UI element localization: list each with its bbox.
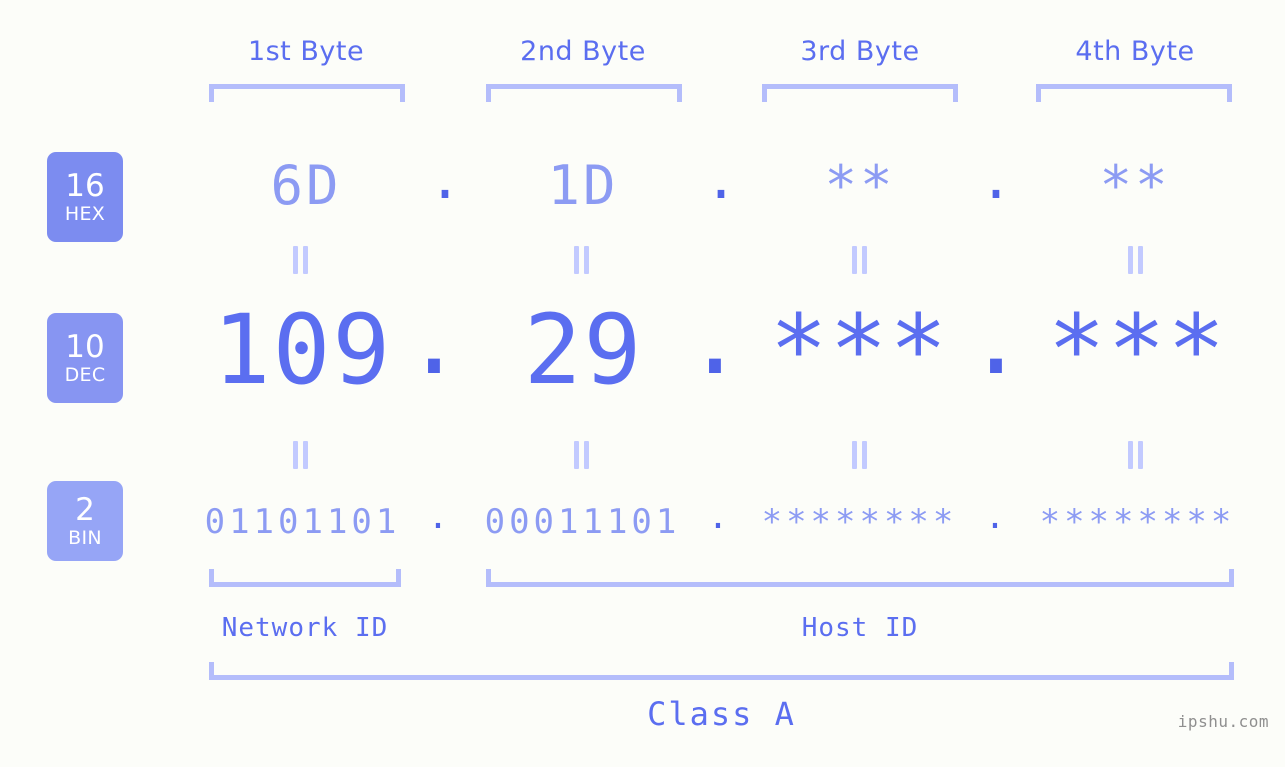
byte-header-2: 2nd Byte bbox=[520, 36, 646, 67]
byte-bracket-top-2 bbox=[486, 84, 682, 102]
byte-bracket-top-4 bbox=[1036, 84, 1232, 102]
dec-byte-1: 109 bbox=[212, 294, 393, 406]
network-id-label: Network ID bbox=[221, 613, 389, 643]
base-badge-dec-system: DEC bbox=[64, 363, 106, 386]
class-label: Class A bbox=[647, 695, 796, 733]
dec-separator-3: . bbox=[967, 284, 1027, 396]
equals-connector-dec-bin-1 bbox=[292, 441, 310, 469]
host-id-label: Host ID bbox=[801, 613, 919, 643]
base-badge-dec-number: 10 bbox=[65, 328, 105, 365]
bin-separator-1: . bbox=[427, 497, 449, 537]
base-badge-hex-number: 16 bbox=[65, 167, 105, 204]
class-bracket bbox=[209, 662, 1234, 680]
equals-connector-dec-bin-4 bbox=[1127, 441, 1145, 469]
hex-byte-2: 1D bbox=[547, 154, 619, 217]
dec-separator-2: . bbox=[686, 284, 746, 396]
equals-connector-dec-bin-3 bbox=[851, 441, 869, 469]
equals-connector-hex-dec-1 bbox=[292, 246, 310, 274]
network-id-bracket bbox=[209, 569, 401, 587]
dec-byte-4: *** bbox=[1047, 294, 1228, 406]
equals-connector-hex-dec-2 bbox=[573, 246, 591, 274]
base-badge-bin-number: 2 bbox=[75, 491, 95, 528]
hex-separator-3: . bbox=[979, 148, 1013, 211]
base-badge-hex: 16 HEX bbox=[47, 152, 123, 242]
bin-byte-3: ******** bbox=[761, 502, 958, 542]
bin-separator-2: . bbox=[707, 497, 729, 537]
host-id-bracket bbox=[486, 569, 1234, 587]
hex-byte-1: 6D bbox=[270, 154, 342, 217]
base-badge-bin-system: BIN bbox=[68, 526, 102, 549]
equals-connector-dec-bin-2 bbox=[573, 441, 591, 469]
bin-byte-1: 01101101 bbox=[204, 502, 401, 542]
hex-byte-3: ** bbox=[824, 154, 896, 217]
byte-header-1: 1st Byte bbox=[247, 36, 365, 67]
bin-separator-3: . bbox=[984, 497, 1006, 537]
bin-byte-2: 00011101 bbox=[484, 502, 681, 542]
ip-byte-breakdown-diagram: 1st Byte 2nd Byte 3rd Byte 4th Byte 16 H… bbox=[0, 0, 1285, 767]
dec-byte-3: *** bbox=[769, 294, 950, 406]
byte-bracket-top-3 bbox=[762, 84, 958, 102]
base-badge-dec: 10 DEC bbox=[47, 313, 123, 403]
dec-byte-2: 29 bbox=[523, 294, 644, 406]
byte-header-3: 3rd Byte bbox=[800, 36, 920, 67]
byte-bracket-top-1 bbox=[209, 84, 405, 102]
watermark: ipshu.com bbox=[1177, 712, 1269, 731]
equals-connector-hex-dec-3 bbox=[851, 246, 869, 274]
dec-separator-1: . bbox=[405, 284, 465, 396]
equals-connector-hex-dec-4 bbox=[1127, 246, 1145, 274]
base-badge-bin: 2 BIN bbox=[47, 481, 123, 561]
bin-byte-4: ******** bbox=[1039, 502, 1236, 542]
hex-separator-1: . bbox=[428, 148, 462, 211]
hex-separator-2: . bbox=[704, 148, 738, 211]
base-badge-hex-system: HEX bbox=[64, 202, 106, 225]
hex-byte-4: ** bbox=[1099, 154, 1171, 217]
byte-header-4: 4th Byte bbox=[1075, 36, 1195, 67]
